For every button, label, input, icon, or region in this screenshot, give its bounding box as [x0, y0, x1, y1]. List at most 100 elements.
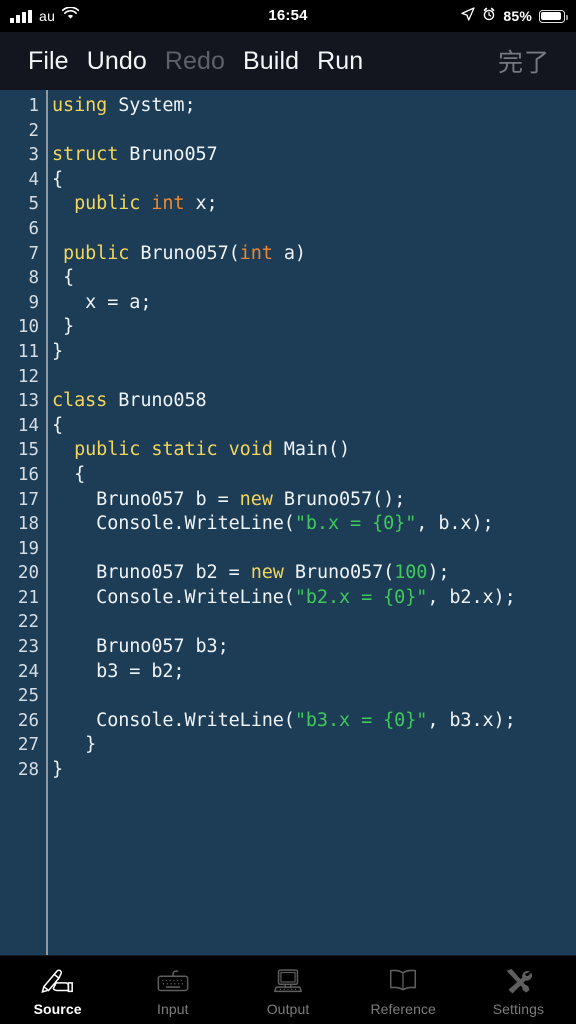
line-number: 23 [17, 637, 39, 658]
code-line[interactable]: 6 [0, 217, 576, 242]
code-line[interactable]: 10 } [0, 315, 576, 340]
code-line[interactable]: 12 [0, 365, 576, 390]
code-line[interactable]: 24 b3 = b2; [0, 660, 576, 685]
code-line-text [46, 537, 576, 562]
code-token: { [52, 267, 75, 289]
line-number: 19 [17, 538, 39, 559]
code-line[interactable]: 25 [0, 684, 576, 709]
code-token: class [52, 390, 108, 412]
code-token: Console.WriteLine( [52, 709, 295, 731]
line-number: 18 [17, 514, 39, 535]
code-line[interactable]: 3 struct Bruno057 [0, 143, 576, 168]
file-button[interactable]: File [28, 47, 69, 76]
code-line[interactable]: 22 [0, 610, 576, 635]
carrier-label: au [39, 8, 56, 24]
code-editor[interactable]: 1 using System; 2 3 struct Bruno057 4{5 publ… [0, 90, 576, 955]
code-line[interactable]: 18 Console.WriteLine("b.x = {0}", b.x); [0, 512, 576, 537]
status-bar: au 16:54 85% [0, 0, 576, 32]
code-line-text: Console.WriteLine("b2.x = {0}", b2.x); [46, 586, 576, 611]
tab-output[interactable]: Output [230, 956, 345, 1024]
line-number: 10 [17, 317, 39, 338]
tab-reference[interactable]: Reference [346, 956, 461, 1024]
code-token: { [52, 463, 86, 485]
battery-icon [539, 9, 568, 23]
code-token: int [239, 242, 273, 264]
line-number: 5 [28, 194, 39, 215]
code-lines-container: 1 using System; 2 3 struct Bruno057 4{5 publ… [0, 90, 576, 783]
code-token: x = a; [52, 291, 152, 313]
code-line[interactable]: 23 Bruno057 b3; [0, 635, 576, 660]
line-number: 9 [28, 292, 39, 313]
code-line[interactable]: 15 public static void Main() [0, 438, 576, 463]
line-number: 3 [28, 145, 39, 166]
status-bar-right: 85% [461, 0, 568, 32]
code-line-text: Console.WriteLine("b.x = {0}", b.x); [46, 512, 576, 537]
line-number: 12 [17, 366, 39, 387]
code-token: "b.x = {0}" [294, 513, 417, 535]
code-token: System; [107, 95, 196, 116]
code-line[interactable]: 19 [0, 537, 576, 562]
code-line[interactable]: 13 class Bruno058 [0, 389, 576, 414]
code-line[interactable]: 17 Bruno057 b = new Bruno057(); [0, 488, 576, 513]
line-number: 6 [28, 218, 39, 239]
code-line[interactable]: 8 { [0, 266, 576, 291]
code-line[interactable]: 4{ [0, 168, 576, 193]
done-button[interactable]: 完了 [498, 43, 550, 79]
code-line[interactable]: 21 Console.WriteLine("b2.x = {0}", b2.x)… [0, 586, 576, 611]
code-token: struct [52, 144, 119, 166]
code-token: new [250, 562, 284, 584]
tab-label: Output [266, 1000, 310, 1017]
signal-bars-icon [10, 9, 32, 23]
undo-button[interactable]: Undo [87, 47, 147, 76]
code-token: Main() [272, 439, 351, 461]
app-root: au 16:54 85% File Undo Redo Build Run 完了… [0, 0, 576, 1024]
line-number: 28 [17, 760, 39, 781]
build-button[interactable]: Build [243, 47, 299, 76]
code-line[interactable]: 7 public Bruno057(int a) [0, 242, 576, 267]
code-line[interactable]: 2 [0, 119, 576, 144]
code-line[interactable]: 16 { [0, 463, 576, 488]
line-number: 15 [17, 440, 39, 461]
code-token: } [52, 759, 64, 781]
code-line[interactable]: 9 x = a; [0, 291, 576, 316]
line-number: 21 [17, 587, 39, 608]
code-line[interactable]: 26 Console.WriteLine("b3.x = {0}", b3.x)… [0, 709, 576, 734]
code-token: { [52, 414, 64, 436]
line-number: 25 [17, 686, 39, 707]
tab-label: Source [33, 1000, 82, 1017]
code-token: "b3.x = {0}" [294, 709, 428, 731]
code-token: Bruno057 b = [52, 488, 240, 510]
code-line[interactable]: 20 Bruno057 b2 = new Bruno057(100); [0, 561, 576, 586]
code-line[interactable]: 28} [0, 758, 576, 783]
code-token: 100 [394, 562, 428, 584]
code-line[interactable]: 11} [0, 340, 576, 365]
code-line[interactable]: 14 { [0, 414, 576, 439]
code-line[interactable]: 5 public int x; [0, 192, 576, 217]
line-number: 8 [28, 268, 39, 289]
keyboard-icon [156, 964, 190, 998]
code-token: Console.WriteLine( [52, 513, 295, 535]
code-line-text: public int x; [46, 192, 576, 217]
code-line[interactable]: 27 } [0, 733, 576, 758]
line-number: 2 [28, 120, 39, 141]
code-token: { [52, 168, 64, 190]
run-button[interactable]: Run [317, 47, 363, 76]
code-line[interactable]: 1 using System; [0, 94, 576, 119]
tab-label: Reference [370, 1000, 436, 1017]
code-line-text: } [46, 315, 576, 340]
tab-label: Settings [492, 1000, 545, 1017]
code-token: int [151, 193, 185, 215]
code-token: Bruno058 [107, 390, 207, 412]
tab-settings[interactable]: Settings [461, 956, 576, 1024]
code-line-text: public Bruno057(int a) [46, 242, 576, 267]
code-token: public [74, 193, 141, 215]
line-number: 7 [28, 243, 39, 264]
code-token: Bruno057 b2 = [52, 562, 251, 584]
code-token: x; [184, 193, 218, 215]
open-book-icon [386, 964, 420, 998]
line-number: 4 [28, 169, 39, 190]
tab-source[interactable]: Source [0, 956, 115, 1024]
code-line-text: } [46, 340, 576, 365]
tab-input[interactable]: Input [115, 956, 230, 1024]
